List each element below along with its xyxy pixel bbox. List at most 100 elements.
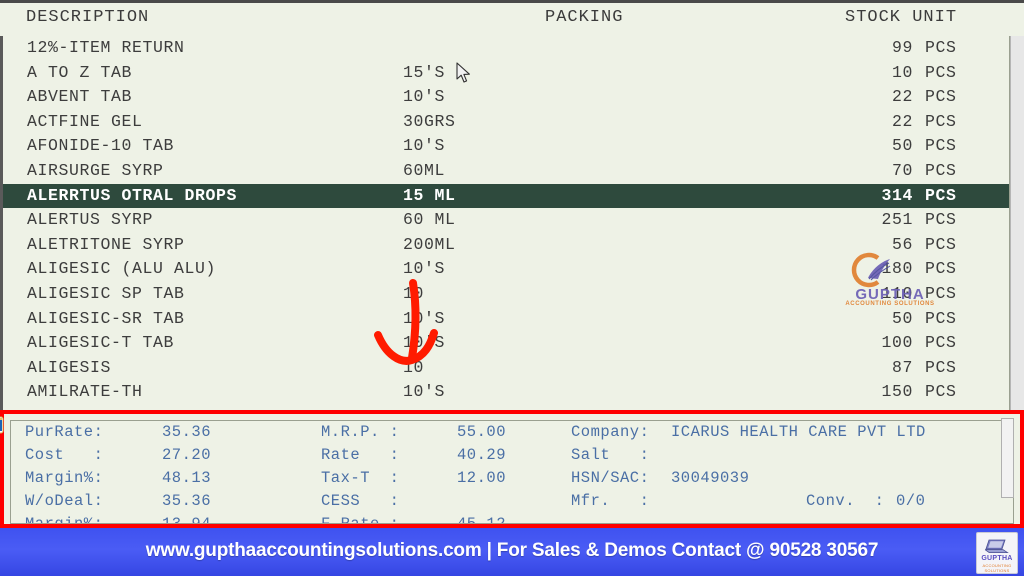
detail-panel-indicator-icon[interactable] (0, 416, 5, 434)
table-row[interactable]: AFONIDE-10 TAB 10'S 50 PCS (3, 134, 1009, 159)
application-screen: DESCRIPTION PACKING STOCK UNIT 12%-ITEM … (0, 0, 1024, 576)
detail-value: 40.29 (456, 446, 506, 464)
table-row[interactable]: ALETRITONE SYRP 200ML 56 PCS (3, 233, 1009, 258)
detail-value: 35.36 (161, 423, 211, 441)
cell-stock: 70 (891, 160, 913, 180)
column-header-stock-unit[interactable]: STOCK UNIT (845, 8, 957, 27)
cell-packing: 200ML (403, 234, 456, 254)
cell-stock: 56 (891, 234, 913, 254)
detail-label: HSN/SAC: (571, 469, 650, 487)
detail-value: 13.94 (161, 515, 211, 524)
detail-value: 30049039 (671, 469, 750, 487)
item-detail-panel-highlight: PurRate: 35.36 M.R.P. : 55.00 Company: ICARUS… (0, 410, 1024, 528)
detail-row: PurRate: 35.36 M.R.P. : 55.00 Company: ICARUS… (11, 421, 1013, 444)
grid-column-header: DESCRIPTION PACKING STOCK UNIT (0, 3, 1024, 37)
detail-value: 35.36 (161, 492, 211, 510)
cell-packing: 10'S (403, 87, 446, 107)
cell-description: AFONIDE-10 TAB (27, 136, 175, 156)
table-row[interactable]: ALIGESIS 10 87 PCS (3, 356, 1009, 381)
cell-packing: 15 ML (403, 185, 456, 205)
detail-label: Tax-T : (321, 469, 400, 487)
table-row[interactable]: 12%-ITEM RETURN 99 PCS (3, 36, 1009, 61)
cell-unit: PCS (925, 210, 957, 230)
cell-stock: 99 (891, 38, 913, 57)
detail-label: Rate : (321, 446, 400, 464)
detail-label: Salt : (571, 446, 650, 464)
cell-stock: 87 (891, 357, 913, 377)
list-scrollbar[interactable] (1010, 36, 1024, 410)
cell-stock: 50 (891, 308, 913, 328)
cell-packing: 10'S (403, 136, 446, 156)
cell-unit: PCS (925, 357, 957, 377)
cell-stock: 251 (881, 210, 913, 230)
table-row[interactable]: ALIGESIC SP TAB 10 110 PCS (3, 282, 1009, 307)
detail-value: 48.13 (161, 469, 211, 487)
detail-value: 27.20 (161, 446, 211, 464)
table-row[interactable]: ALIGESIC-T TAB 10'S 100 PCS (3, 331, 1009, 356)
table-row[interactable]: AMILRATE-TH 10'S 150 PCS (3, 380, 1009, 405)
detail-row: W/oDeal: 35.36 CESS : Mfr. : Conv. : 0/0 (11, 490, 1013, 513)
cell-packing: 30GRS (403, 111, 456, 131)
cell-packing: 10 (403, 283, 425, 303)
table-row[interactable]: ALIGESIC (ALU ALU) 10'S 180 PCS (3, 257, 1009, 282)
cell-unit: PCS (925, 283, 957, 303)
cell-unit: PCS (925, 333, 957, 353)
cell-packing: 60ML (403, 160, 446, 180)
cell-description: ALIGESIC-T TAB (27, 333, 175, 353)
cell-description: ACTFINE GEL (27, 111, 143, 131)
footer-logo-badge: GUPTHA ACCOUNTING SOLUTIONS (976, 532, 1018, 574)
cell-description: ALIGESIC-SR TAB (27, 308, 185, 328)
table-row[interactable]: AIRSURGE SYRP 60ML 70 PCS (3, 159, 1009, 184)
detail-label: Conv. : (806, 492, 885, 510)
table-row[interactable]: ALERRTUS OTRAL DROPS 15 ML 314 PCS (3, 183, 1009, 209)
table-row[interactable]: ALIGESIC-SR TAB 10'S 50 PCS (3, 307, 1009, 332)
detail-label: M.R.P. : (321, 423, 400, 441)
footer-badge-brand: GUPTHA (981, 555, 1013, 562)
cell-packing: 60 ML (403, 210, 456, 230)
detail-value: 12.00 (456, 469, 506, 487)
item-list[interactable]: 12%-ITEM RETURN 99 PCS A TO Z TAB 15'S 10 PCS A… (0, 36, 1010, 410)
cell-description: ALETRITONE SYRP (27, 234, 185, 254)
cell-packing: 10 (403, 357, 425, 377)
cell-packing: 10'S (403, 382, 446, 402)
cell-unit: PCS (925, 38, 957, 57)
cell-packing: 15'S (403, 62, 446, 82)
cell-stock: 110 (881, 283, 913, 303)
detail-label: W/oDeal: (25, 492, 104, 510)
cell-unit: PCS (925, 234, 957, 254)
cell-unit: PCS (925, 185, 957, 205)
table-row[interactable]: ABVENT TAB 10'S 22 PCS (3, 85, 1009, 110)
detail-panel-scrollbar[interactable] (1001, 418, 1014, 498)
cell-unit: PCS (925, 111, 957, 131)
cell-unit: PCS (925, 382, 957, 402)
table-row[interactable]: ALERTUS SYRP 60 ML 251 PCS (3, 208, 1009, 233)
table-row[interactable]: ACTFINE GEL 30GRS 22 PCS (3, 110, 1009, 135)
cell-packing: 10'S (403, 259, 446, 279)
detail-value: 55.00 (456, 423, 506, 441)
cell-stock: 314 (881, 185, 913, 205)
detail-row: Margin%: 48.13 Tax-T : 12.00 HSN/SAC: 3004903… (11, 467, 1013, 490)
cell-stock: 150 (881, 382, 913, 402)
cell-unit: PCS (925, 308, 957, 328)
cell-description: AMILRATE-TH (27, 382, 143, 402)
cell-unit: PCS (925, 136, 957, 156)
item-detail-panel[interactable]: PurRate: 35.36 M.R.P. : 55.00 Company: ICARUS… (10, 420, 1014, 524)
cell-packing: 10'S (403, 333, 446, 353)
cell-unit: PCS (925, 259, 957, 279)
table-row[interactable]: A TO Z TAB 15'S 10 PCS (3, 61, 1009, 86)
column-header-description[interactable]: DESCRIPTION (26, 8, 149, 27)
detail-label: CESS : (321, 492, 400, 510)
cell-stock: 100 (881, 333, 913, 353)
cell-unit: PCS (925, 160, 957, 180)
cell-stock: 50 (891, 136, 913, 156)
cell-stock: 22 (891, 87, 913, 107)
cell-description: ALIGESIC SP TAB (27, 283, 185, 303)
detail-label: Cost : (25, 446, 104, 464)
cell-description: AIRSURGE SYRP (27, 160, 164, 180)
footer-promo-text: www.gupthaaccountingsolutions.com | For … (145, 540, 879, 561)
cell-stock: 22 (891, 111, 913, 131)
column-header-packing[interactable]: PACKING (545, 8, 623, 27)
cell-description: ALERRTUS OTRAL DROPS (27, 185, 238, 205)
detail-label: Mfr. : (571, 492, 650, 510)
detail-label: Company: (571, 423, 650, 441)
